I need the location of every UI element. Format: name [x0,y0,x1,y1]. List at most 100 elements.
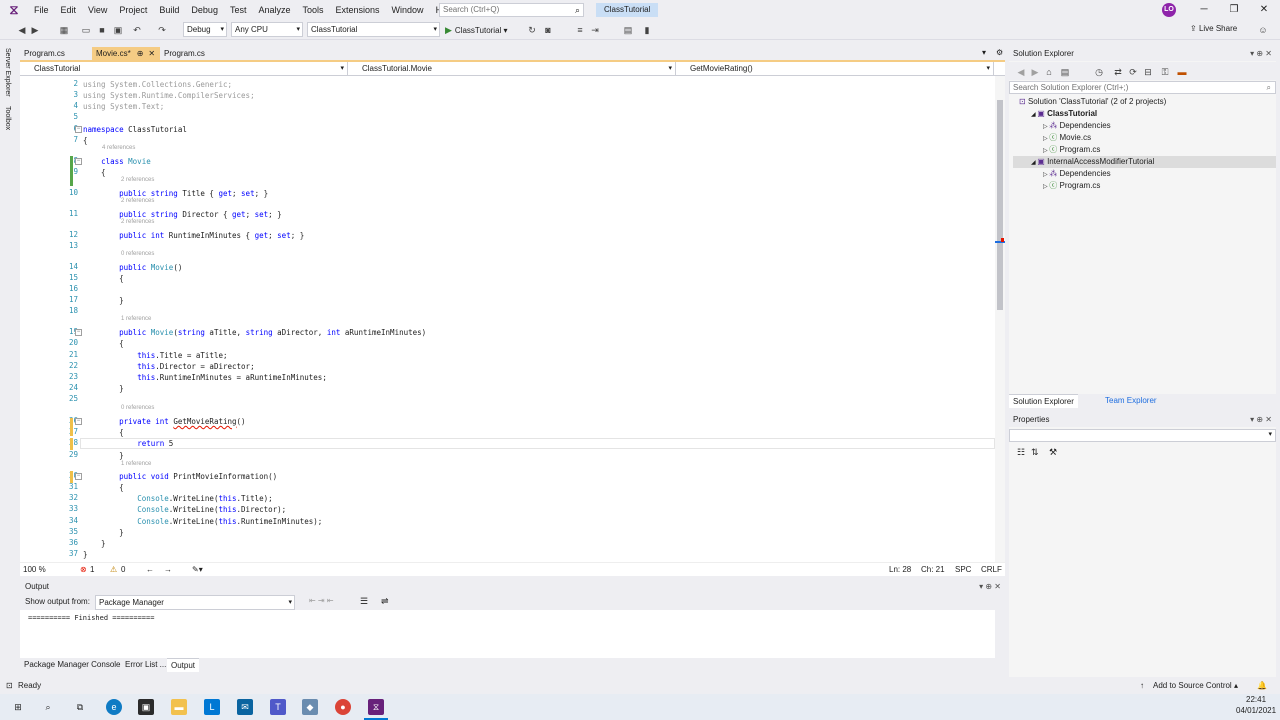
warning-count[interactable]: 0 [121,565,125,574]
codelens-references[interactable]: 2 references [121,198,154,204]
code-line[interactable]: class Movie [83,156,151,167]
open-icon[interactable]: ▭ [80,24,92,36]
code-line[interactable]: } [83,383,124,394]
code-line[interactable]: this.Director = aDirector; [83,361,254,372]
codelens-references[interactable]: 4 references [102,145,135,151]
tab-program-cs-2[interactable]: Program.cs [160,47,232,61]
output-text[interactable]: ========== Finished ========== [20,610,995,658]
platform-select[interactable]: Any CPU ▾ [231,22,303,37]
edge-icon[interactable]: e [106,699,122,715]
whitespace-indicator[interactable]: SPC [955,565,971,574]
bookmark-icon[interactable]: ▮ [641,24,653,36]
code-line[interactable]: } [83,295,124,306]
fold-toggle-icon[interactable]: − [75,329,82,336]
code-line[interactable]: public string Title { get; set; } [83,188,268,199]
code-line[interactable]: } [83,527,124,538]
code-editor[interactable]: 2345678910111213141516171819202122232425… [20,76,995,562]
format-icon[interactable]: ≡ [574,24,586,36]
code-line[interactable]: Console.WriteLine(this.RuntimeInMinutes)… [83,516,322,527]
menu-item-build[interactable]: Build [153,0,185,20]
codelens-references[interactable]: 2 references [121,219,154,225]
properties-object-select[interactable]: ▾ [1009,429,1276,442]
code-cleanup-icon[interactable]: ✎▾ [192,565,203,574]
solution-tree-item[interactable]: ▷ ⁂ Dependencies [1013,168,1276,180]
settings-icon[interactable]: ⚙ [996,48,1003,57]
menu-item-edit[interactable]: Edit [55,0,83,20]
solution-tree-item[interactable]: ⊡ Solution 'ClassTutorial' (2 of 2 proje… [1013,96,1276,108]
code-line[interactable]: { [83,167,106,178]
switch-views-icon[interactable]: ▤ [1059,66,1071,78]
tab-movie-cs[interactable]: Movie.cs* ⊕ ✕ [92,47,160,61]
solution-tree-item[interactable]: ▷ ⁂ Dependencies [1013,120,1276,132]
fold-toggle-icon[interactable]: − [75,158,82,165]
search-input[interactable]: Search (Ctrl+Q) ⌕ [439,3,584,17]
visual-studio-logo-icon[interactable]: ⧖ [0,0,28,20]
codelens-references[interactable]: 1 reference [121,461,151,467]
tab-solution-explorer[interactable]: Solution Explorer [1009,394,1078,408]
code-line[interactable]: namespace ClassTutorial [83,124,187,135]
categorized-icon[interactable]: ☷ [1017,447,1025,458]
panel-controls-icon[interactable]: ▾ ⊕ ✕ [1250,47,1272,61]
zoom-level[interactable]: 100 % [23,565,46,574]
menu-item-test[interactable]: Test [224,0,253,20]
forward-icon[interactable]: ▶ [29,24,41,36]
error-count[interactable]: 1 [90,565,94,574]
code-line[interactable]: { [83,273,124,284]
menu-item-window[interactable]: Window [386,0,430,20]
word-wrap-icon[interactable]: ⇌ [381,596,389,607]
menu-item-project[interactable]: Project [113,0,153,20]
chrome-icon[interactable]: ● [335,699,351,715]
tab-package-manager-console[interactable]: Package Manager Console [20,658,125,672]
code-line[interactable]: { [83,427,124,438]
property-pages-icon[interactable]: ⚒ [1049,447,1057,458]
solution-search-input[interactable]: Search Solution Explorer (Ctrl+;) ⌕ [1009,81,1276,94]
code-line[interactable]: Console.WriteLine(this.Title); [83,493,272,504]
menu-item-file[interactable]: File [28,0,55,20]
clear-all-icon[interactable]: ☰ [360,596,368,607]
back-icon[interactable]: ◀ [1015,66,1027,78]
minimize-icon[interactable]: ─ [1189,0,1219,20]
type-nav-select[interactable]: ClassTutorial.Movie ▾ [348,62,676,76]
code-line[interactable]: { [83,135,88,146]
windows-start-icon[interactable]: ⊞ [10,699,26,715]
tab-team-explorer[interactable]: Team Explorer [1101,394,1161,408]
tab-output[interactable]: Output [167,658,200,672]
code-line[interactable]: public string Director { get; set; } [83,209,282,220]
codelens-references[interactable]: 0 references [121,251,154,257]
code-line[interactable]: public void PrintMovieInformation() [83,471,277,482]
fold-toggle-icon[interactable]: − [75,126,82,133]
scrollbar-thumb[interactable] [997,100,1003,310]
app-icon[interactable]: ◆ [302,699,318,715]
camera-icon[interactable]: ◙ [542,24,554,36]
notifications-icon[interactable]: 🔔 [1257,678,1267,694]
hot-reload-icon[interactable]: ↻ [526,24,538,36]
fold-toggle-icon[interactable]: − [75,418,82,425]
tab-program-cs[interactable]: Program.cs [20,47,92,61]
toolbox-tab[interactable]: Toolbox [4,106,11,130]
codelens-references[interactable]: 0 references [121,405,154,411]
menu-item-view[interactable]: View [82,0,113,20]
back-icon[interactable]: ◀ [16,24,28,36]
preview-icon[interactable]: ▬ [1176,66,1188,78]
panel-controls-icon[interactable]: ▾ ⊕ ✕ [979,580,1001,594]
code-line[interactable]: public Movie() [83,262,182,273]
code-line[interactable]: { [83,482,124,493]
code-line[interactable]: } [83,450,124,461]
code-line[interactable]: using System.Collections.Generic; [83,79,232,90]
code-line[interactable]: this.RuntimeInMinutes = aRuntimeInMinute… [83,372,327,383]
tab-dropdown-icon[interactable]: ▾ [982,48,986,57]
add-to-source-control-button[interactable]: Add to Source Control [1153,678,1232,694]
clock-time[interactable]: 22:41 [1246,695,1266,704]
line-ending-indicator[interactable]: CRLF [981,565,1002,574]
project-nav-select[interactable]: ClassTutorial ▾ [20,62,348,76]
fold-toggle-icon[interactable]: − [75,473,82,480]
menu-item-tools[interactable]: Tools [297,0,330,20]
solution-tree-item[interactable]: ◢ ▣ ClassTutorial [1013,108,1276,120]
app-l-icon[interactable]: L [204,699,220,715]
menu-item-analyze[interactable]: Analyze [252,0,296,20]
run-button[interactable]: ▶ ClassTutorial ▾ [445,22,508,38]
solution-tree-item[interactable]: ▷ ⓒ Program.cs [1013,144,1276,156]
code-line[interactable]: using System.Text; [83,101,164,112]
collapse-all-icon[interactable]: ⊟ [1142,66,1154,78]
solution-tree-item[interactable]: ▷ ⓒ Program.cs [1013,180,1276,192]
